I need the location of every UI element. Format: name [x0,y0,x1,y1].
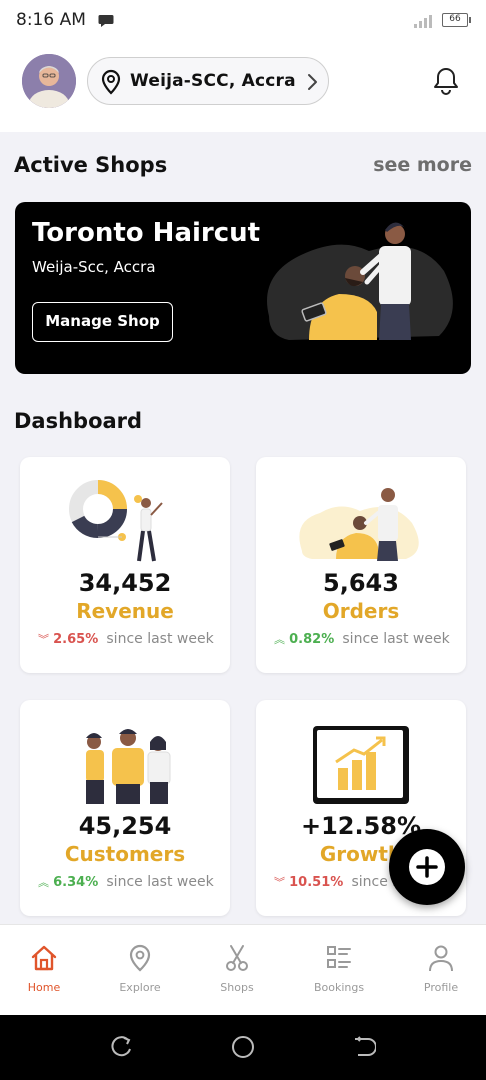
orders-card[interactable]: 5,643 Orders ︽ 0.82% since last week [256,457,466,673]
customers-change: ︽ 6.34% since last week [38,874,214,890]
active-shop-card[interactable]: Toronto Haircut Weija-Scc, Accra Manage … [15,202,471,374]
home-circle-icon[interactable] [231,1035,255,1063]
nav-explore[interactable]: Explore [100,943,180,994]
orders-change-percent: 0.82% [289,632,335,647]
app-header: Weija-SCC, Accra [0,44,486,132]
growth-change-percent: 10.51% [289,875,344,890]
customers-change-percent: 6.34% [53,875,99,890]
see-more-link[interactable]: see more [373,154,472,176]
revenue-card[interactable]: 34,452 Revenue ︾ 2.65% since last week [20,457,230,673]
customers-value: 45,254 [78,812,172,840]
double-chevron-up-icon: ︽ [38,876,49,889]
revenue-change-percent: 2.65% [53,632,99,647]
signal-icon [414,13,436,32]
orders-change-since: since last week [342,631,450,647]
location-label: Weija-SCC, Accra [130,71,296,91]
nav-bookings[interactable]: Bookings [299,943,379,994]
double-chevron-up-icon: ︽ [274,633,285,646]
nav-explore-label: Explore [119,981,161,994]
status-time: 8:16 AM [16,10,86,30]
nav-home-label: Home [27,981,61,994]
location-pin-icon [100,69,122,99]
location-selector[interactable]: Weija-SCC, Accra [87,57,329,105]
customers-label: Customers [64,842,186,866]
shop-name: Toronto Haircut [32,218,261,248]
system-nav-bar [0,1015,486,1080]
recent-apps-icon[interactable] [110,1035,134,1063]
orders-illustration [256,471,466,571]
shop-location: Weija-Scc, Accra [32,258,156,276]
revenue-change-since: since last week [106,631,214,647]
home-icon [31,945,57,971]
chevron-right-icon [306,72,318,96]
nav-shops-label: Shops [220,981,254,994]
double-chevron-down-icon: ︾ [38,633,49,646]
chat-notification-icon [98,13,114,32]
revenue-illustration [20,471,230,571]
back-icon[interactable] [352,1035,377,1063]
avatar[interactable] [22,54,76,108]
person-icon [429,945,453,972]
battery-icon: 66 [442,13,471,27]
customers-illustration [20,714,230,814]
nav-profile-label: Profile [423,981,459,994]
customers-change-since: since last week [106,874,214,890]
customers-card[interactable]: 45,254 Customers ︽ 6.34% since last week [20,700,230,916]
status-bar: 8:16 AM 66 [0,0,486,44]
nav-bookings-label: Bookings [313,981,365,994]
nav-home[interactable]: Home [4,943,84,994]
orders-change: ︽ 0.82% since last week [274,631,450,647]
revenue-change: ︾ 2.65% since last week [38,631,214,647]
add-button[interactable] [389,829,465,905]
nav-shops[interactable]: Shops [197,943,277,994]
scissors-icon [226,945,248,971]
nav-profile[interactable]: Profile [401,943,481,994]
orders-label: Orders [322,599,400,623]
location-pin-icon [129,944,151,972]
revenue-label: Revenue [76,599,174,623]
barber-illustration [259,216,459,350]
manage-shop-button[interactable]: Manage Shop [32,302,173,342]
revenue-value: 34,452 [78,569,172,597]
bottom-nav: Home Explore Shops Bookings Profile [0,924,486,1015]
plus-icon [409,849,445,885]
orders-value: 5,643 [323,569,399,597]
active-shops-title: Active Shops [14,153,168,177]
main-content: Active Shops see more Toronto Haircut We… [0,132,486,924]
dashboard-title: Dashboard [14,409,143,433]
list-icon [327,946,351,968]
double-chevron-down-icon: ︾ [274,876,285,889]
growth-illustration [256,714,466,814]
bell-icon[interactable] [432,66,460,100]
